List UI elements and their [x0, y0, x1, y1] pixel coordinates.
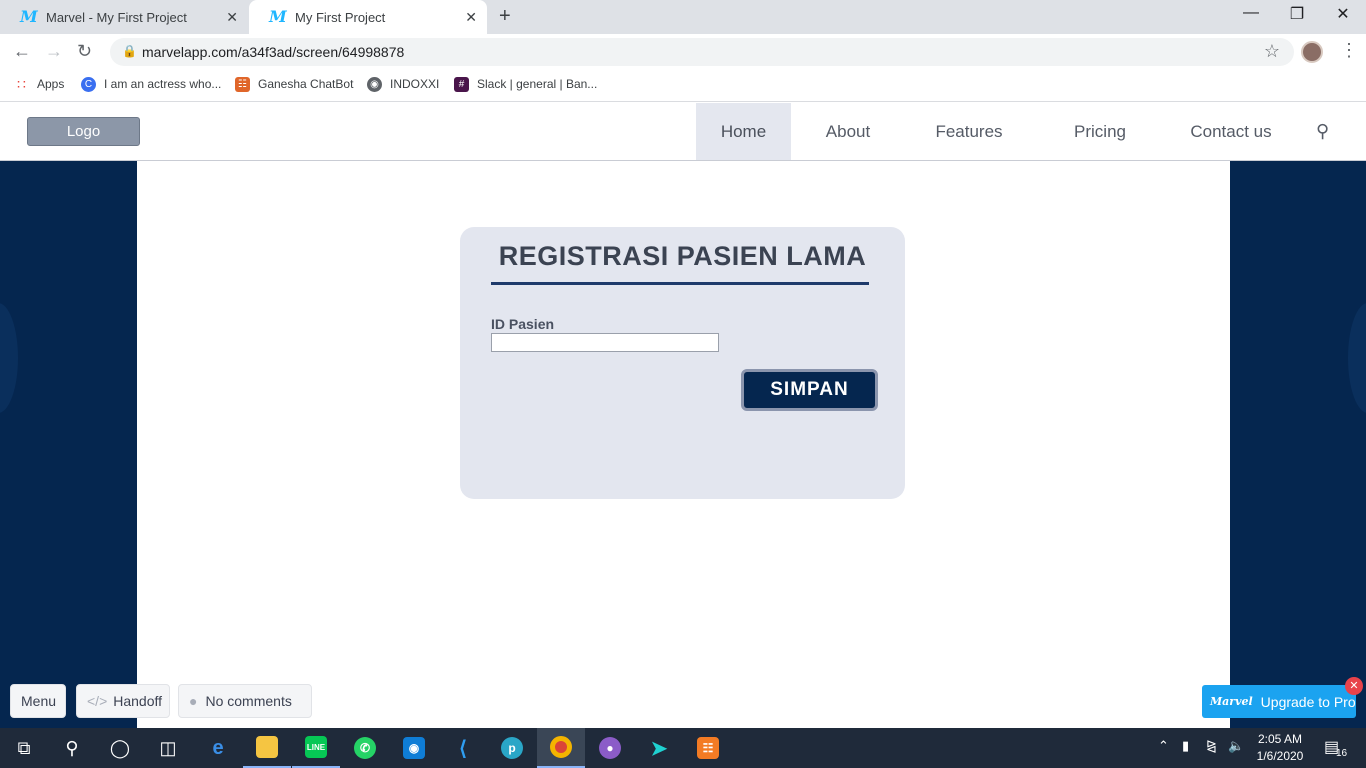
- terminal-app-icon[interactable]: ➤: [635, 728, 683, 768]
- search-icon[interactable]: ⚲: [1316, 121, 1329, 142]
- search-icon[interactable]: ⚲: [48, 728, 96, 768]
- camera-app-icon[interactable]: ◉: [390, 728, 438, 768]
- nav-pricing[interactable]: Pricing: [1058, 103, 1142, 160]
- window-close-icon[interactable]: ✕: [1320, 4, 1366, 24]
- comments-label: No comments: [205, 693, 292, 709]
- browser-menu-icon[interactable]: ⋮: [1340, 40, 1358, 61]
- handoff-button[interactable]: </> Handoff: [76, 684, 170, 718]
- comments-button[interactable]: ● No comments: [178, 684, 312, 718]
- task-view-icon[interactable]: ◫: [144, 728, 192, 768]
- xampp-icon[interactable]: ☷: [684, 728, 732, 768]
- globe-icon: ◉: [367, 76, 382, 92]
- windows-start-icon[interactable]: ⧉: [0, 728, 48, 768]
- id-pasien-label: ID Pasien: [491, 316, 555, 332]
- nav-home[interactable]: Home: [696, 103, 791, 160]
- logo-button[interactable]: Logo: [27, 117, 140, 146]
- url-text: marvelapp.com/a34f3ad/screen/64998878: [142, 44, 405, 60]
- reload-icon[interactable]: ↻: [77, 41, 92, 62]
- bookmarks-bar: ∷ Apps C I am an actress who... ☷ Ganesh…: [0, 70, 1366, 102]
- browser-toolbar: ← → ↻ 🔒 marvelapp.com/a34f3ad/screen/649…: [0, 34, 1366, 70]
- prev-screen-edge[interactable]: [0, 303, 18, 413]
- bookmark-label: Slack | general | Ban...: [477, 77, 598, 91]
- bookmark-indoxxi[interactable]: ◉ INDOXXI: [367, 76, 439, 92]
- bookmark-label: INDOXXI: [390, 77, 440, 91]
- whatsapp-icon[interactable]: ✆: [341, 728, 389, 768]
- wifi-icon[interactable]: ⧎: [1206, 738, 1217, 754]
- marvel-icon: M: [20, 7, 38, 26]
- marvel-icon: M: [269, 7, 287, 26]
- form-title: REGISTRASI PASIEN LAMA: [498, 241, 867, 271]
- title-underline: [491, 282, 869, 285]
- bookmark-label: Apps: [37, 77, 65, 91]
- bookmark-star-icon[interactable]: ☆: [1264, 41, 1280, 62]
- menu-button[interactable]: Menu: [10, 684, 66, 718]
- handoff-label: Handoff: [113, 693, 163, 709]
- bookmark-ganesha[interactable]: ☷ Ganesha ChatBot: [235, 76, 353, 92]
- pencil-app-icon[interactable]: p: [488, 728, 536, 768]
- id-pasien-input[interactable]: [491, 333, 719, 352]
- chrome-icon[interactable]: [537, 728, 585, 768]
- notifications-count: 16: [1336, 748, 1348, 759]
- show-hidden-icons-icon[interactable]: ⌃: [1158, 738, 1169, 754]
- comment-icon: ●: [189, 693, 198, 709]
- clock-date: 1/6/2020: [1256, 749, 1304, 763]
- code-icon: </>: [87, 693, 108, 709]
- bot-icon: ☷: [235, 76, 250, 92]
- clock-time: 2:05 AM: [1257, 732, 1303, 746]
- simpan-button[interactable]: SIMPAN: [741, 369, 878, 411]
- prototype-screen: Logo Home About Features Pricing Contact…: [0, 103, 1366, 728]
- volume-icon[interactable]: 🔈: [1228, 738, 1244, 754]
- browser-tab-marvel[interactable]: M Marvel - My First Project ✕: [0, 0, 248, 34]
- battery-icon[interactable]: ▮: [1182, 738, 1189, 754]
- next-screen-edge[interactable]: [1348, 303, 1366, 413]
- forward-icon[interactable]: →: [45, 41, 63, 62]
- bookmark-slack[interactable]: # Slack | general | Ban...: [454, 76, 597, 92]
- back-icon[interactable]: ←: [13, 41, 31, 62]
- upgrade-label: Upgrade to Pro: [1260, 693, 1356, 710]
- slack-icon: #: [454, 76, 469, 92]
- windows-taskbar: ⧉ ⚲ ◯ ◫ e LINE ✆ ◉ ⟨ p ● ➤ ☷ ⌃ ▮ ⧎ 🔈 2:0…: [0, 728, 1366, 768]
- registration-card: REGISTRASI PASIEN LAMA ID Pasien SIMPAN: [460, 227, 905, 499]
- cortana-icon[interactable]: ◯: [96, 728, 144, 768]
- upgrade-to-pro-button[interactable]: Marvel Upgrade to Pro: [1202, 685, 1356, 718]
- browser-tab-strip: M Marvel - My First Project ✕ M My First…: [0, 0, 1366, 34]
- lock-icon: 🔒: [122, 44, 137, 58]
- minimize-icon[interactable]: —: [1228, 4, 1274, 22]
- restore-icon[interactable]: ❐: [1274, 4, 1320, 24]
- line-icon[interactable]: LINE: [292, 728, 340, 768]
- menu-label: Menu: [21, 693, 57, 709]
- address-bar[interactable]: 🔒 marvelapp.com/a34f3ad/screen/64998878 …: [110, 38, 1294, 66]
- bookmark-label: Ganesha ChatBot: [258, 77, 354, 91]
- edge-icon[interactable]: e: [194, 728, 242, 768]
- close-tab-icon[interactable]: ✕: [226, 9, 238, 26]
- apps-grid-icon: ∷: [17, 75, 26, 92]
- github-desktop-icon[interactable]: ●: [586, 728, 634, 768]
- bookmark-label: I am an actress who...: [104, 77, 222, 91]
- vscode-icon[interactable]: ⟨: [439, 728, 487, 768]
- main-content: REGISTRASI PASIEN LAMA ID Pasien SIMPAN: [137, 161, 1230, 728]
- marvel-logo: Marvel: [1210, 695, 1253, 708]
- new-tab-button[interactable]: +: [499, 5, 511, 28]
- close-upgrade-icon[interactable]: ✕: [1345, 677, 1363, 695]
- tab-title: Marvel - My First Project: [46, 9, 187, 25]
- tab-title: My First Project: [295, 9, 386, 25]
- nav-about[interactable]: About: [808, 103, 888, 160]
- nav-features[interactable]: Features: [920, 103, 1018, 160]
- site-navbar: Logo Home About Features Pricing Contact…: [0, 103, 1366, 161]
- bookmark-apps[interactable]: ∷ Apps: [14, 76, 64, 92]
- browser-tab-my-first-project[interactable]: M My First Project ✕: [249, 0, 487, 34]
- c-icon: C: [81, 76, 96, 92]
- close-tab-icon[interactable]: ✕: [465, 9, 477, 26]
- bookmark-actress[interactable]: C I am an actress who...: [81, 76, 221, 92]
- file-explorer-icon[interactable]: [243, 728, 291, 768]
- clock[interactable]: 2:05 AM 1/6/2020: [1252, 731, 1308, 765]
- nav-contact-us[interactable]: Contact us: [1178, 103, 1284, 160]
- profile-avatar[interactable]: [1301, 41, 1323, 63]
